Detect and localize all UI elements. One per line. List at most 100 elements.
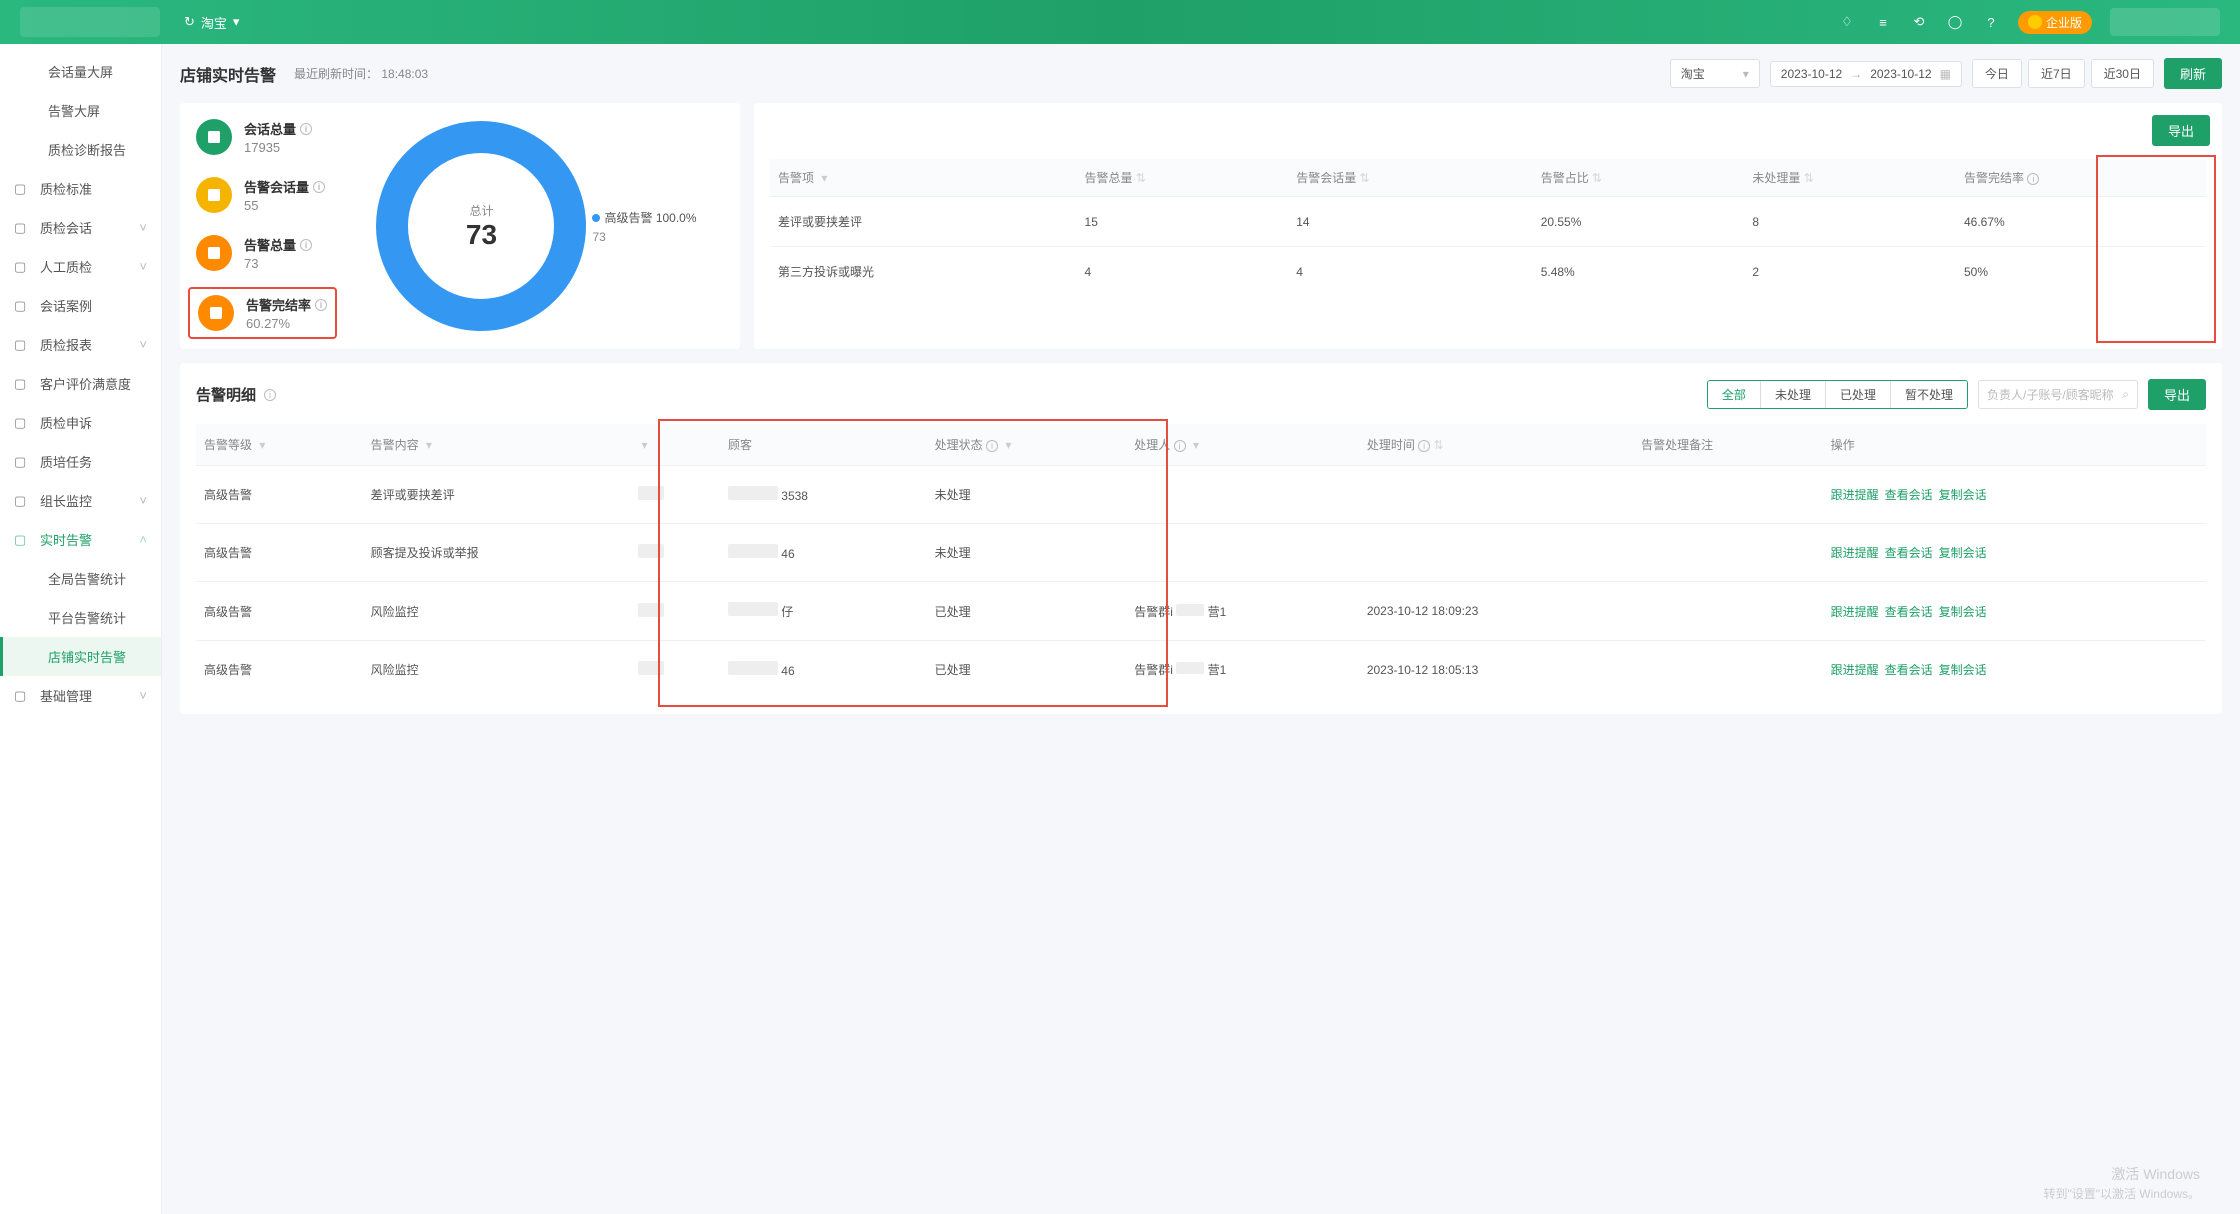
note-icon: ▢ xyxy=(14,376,30,392)
info-icon[interactable]: i xyxy=(264,389,276,401)
status-tab[interactable]: 全部 xyxy=(1708,381,1761,408)
sidebar-item[interactable]: ▢人工质检˅ xyxy=(0,247,161,286)
action-link[interactable]: 复制会话 xyxy=(1939,546,1987,560)
status-tab[interactable]: 暂不处理 xyxy=(1891,381,1967,408)
status-tab[interactable]: 未处理 xyxy=(1761,381,1826,408)
action-link[interactable]: 跟进提醒 xyxy=(1831,663,1879,677)
sidebar-label: 会话量大屏 xyxy=(48,62,113,81)
sidebar-item[interactable]: 质检诊断报告 xyxy=(0,130,161,169)
platform-filter[interactable]: 淘宝▾ xyxy=(1670,59,1760,88)
export-detail-button[interactable]: 导出 xyxy=(2148,379,2206,410)
action-link[interactable]: 复制会话 xyxy=(1939,605,1987,619)
info-icon[interactable]: i xyxy=(1418,440,1430,452)
action-link[interactable]: 查看会话 xyxy=(1885,488,1933,502)
table-header[interactable]: 告警项 ▾ xyxy=(770,159,1077,197)
donut-value: 73 xyxy=(466,219,497,251)
platform-selector[interactable]: ↻ 淘宝 ▾ xyxy=(184,13,239,32)
sidebar-item[interactable]: ▢质培任务 xyxy=(0,442,161,481)
expand-icon: ▢ xyxy=(14,415,30,431)
sidebar-item[interactable]: ▢基础管理˅ xyxy=(0,676,161,715)
sidebar-item[interactable]: ▢质检报表˅ xyxy=(0,325,161,364)
filter-icon[interactable]: ▾ xyxy=(642,438,648,452)
sidebar-item[interactable]: 告警大屏 xyxy=(0,91,161,130)
table-header[interactable]: ▾ xyxy=(630,424,720,466)
user-avatar-placeholder[interactable] xyxy=(2110,8,2220,36)
sidebar-label: 全局告警统计 xyxy=(48,569,126,588)
table-header[interactable]: 告警内容 ▾ xyxy=(363,424,630,466)
chevron-up-icon: ˄ xyxy=(139,532,147,547)
sidebar-item[interactable]: 全局告警统计 xyxy=(0,559,161,598)
info-icon[interactable]: i xyxy=(300,239,312,251)
table-header[interactable]: 告警处理备注 xyxy=(1633,424,1822,466)
sort-icon[interactable]: ⇅ xyxy=(1360,171,1370,185)
headset-icon[interactable]: ◯ xyxy=(1946,13,1964,31)
sidebar-item[interactable]: 平台告警统计 xyxy=(0,598,161,637)
action-link[interactable]: 复制会话 xyxy=(1939,663,1987,677)
sidebar-item[interactable]: 店铺实时告警 xyxy=(0,637,161,676)
table-header[interactable]: 告警总量 ⇅ xyxy=(1077,159,1289,197)
filter-icon[interactable]: ▾ xyxy=(821,171,827,185)
sort-icon[interactable]: ⇅ xyxy=(1804,171,1814,185)
table-header[interactable]: 处理时间 i ⇅ xyxy=(1359,424,1633,466)
quick-range-button[interactable]: 今日 xyxy=(1972,59,2022,88)
quick-range-button[interactable]: 近30日 xyxy=(2091,59,2154,88)
table-row: 高级告警顾客提及投诉或举报 46未处理跟进提醒查看会话复制会话 xyxy=(196,524,2206,582)
sidebar-item[interactable]: ▢会话案例 xyxy=(0,286,161,325)
action-link[interactable]: 跟进提醒 xyxy=(1831,605,1879,619)
donut-label: 总计 xyxy=(466,202,497,219)
table-header[interactable]: 处理人 i ▾ xyxy=(1126,424,1359,466)
action-link[interactable]: 查看会话 xyxy=(1885,546,1933,560)
sync-icon[interactable]: ⟲ xyxy=(1910,13,1928,31)
action-link[interactable]: 查看会话 xyxy=(1885,605,1933,619)
info-icon[interactable]: i xyxy=(300,123,312,135)
person-icon: ▢ xyxy=(14,259,30,275)
sort-icon[interactable]: ⇅ xyxy=(1136,171,1146,185)
filter-icon[interactable]: ▾ xyxy=(259,438,265,452)
table-header[interactable]: 操作 xyxy=(1823,424,2206,466)
export-summary-button[interactable]: 导出 xyxy=(2152,115,2210,146)
table-row: 第三方投诉或曝光445.48%250% xyxy=(770,247,2206,297)
filter-icon[interactable]: ▾ xyxy=(1193,438,1199,452)
sidebar-item[interactable]: ▢组长监控˅ xyxy=(0,481,161,520)
info-icon[interactable]: i xyxy=(315,299,327,311)
action-link[interactable]: 复制会话 xyxy=(1939,488,1987,502)
status-tab[interactable]: 已处理 xyxy=(1826,381,1891,408)
table-header[interactable]: 告警会话量 ⇅ xyxy=(1288,159,1533,197)
sidebar-item[interactable]: 会话量大屏 xyxy=(0,52,161,91)
table-header[interactable]: 告警等级 ▾ xyxy=(196,424,363,466)
refresh-button[interactable]: 刷新 xyxy=(2164,58,2222,89)
info-icon[interactable]: i xyxy=(313,181,325,193)
action-link[interactable]: 跟进提醒 xyxy=(1831,546,1879,560)
sidebar-label: 质培任务 xyxy=(40,452,92,471)
table-header[interactable]: 告警完结率 i xyxy=(1956,159,2206,197)
info-icon[interactable]: i xyxy=(1174,440,1186,452)
table-header[interactable]: 顾客 xyxy=(720,424,927,466)
filter-icon[interactable]: ▾ xyxy=(1005,438,1011,452)
sort-icon[interactable]: ⇅ xyxy=(1592,171,1602,185)
sidebar-item[interactable]: ▢质检会话˅ xyxy=(0,208,161,247)
search-input[interactable]: 负责人/子账号/顾客昵称 ⌕ xyxy=(1978,380,2138,409)
summary-table: 告警项 ▾告警总量 ⇅告警会话量 ⇅告警占比 ⇅未处理量 ⇅告警完结率 i差评或… xyxy=(770,159,2206,296)
info-icon[interactable]: i xyxy=(986,440,998,452)
stat-label: 告警总量 i xyxy=(244,235,312,254)
table-row: 差评或要挟差评151420.55%846.67% xyxy=(770,197,2206,247)
info-icon[interactable]: i xyxy=(2027,173,2039,185)
help-icon[interactable]: ? xyxy=(1982,13,2000,31)
filter-icon[interactable]: ▾ xyxy=(426,438,432,452)
table-header[interactable]: 告警占比 ⇅ xyxy=(1533,159,1745,197)
sidebar-item[interactable]: ▢实时告警˄ xyxy=(0,520,161,559)
sort-icon[interactable]: ⇅ xyxy=(1434,438,1444,452)
sidebar-item[interactable]: ▢客户评价满意度 xyxy=(0,364,161,403)
action-link[interactable]: 查看会话 xyxy=(1885,663,1933,677)
sidebar-label: 人工质检 xyxy=(40,257,92,276)
table-header[interactable]: 未处理量 ⇅ xyxy=(1744,159,1956,197)
list-icon[interactable]: ≡ xyxy=(1874,13,1892,31)
quick-range-button[interactable]: 近7日 xyxy=(2028,59,2085,88)
main-content: 店铺实时告警 最近刷新时间： 18:48:03 淘宝▾ 2023-10-12 →… xyxy=(162,44,2240,1214)
date-range-picker[interactable]: 2023-10-12 → 2023-10-12 ▦ xyxy=(1770,61,1962,87)
sidebar-item[interactable]: ▢质检申诉 xyxy=(0,403,161,442)
bell-icon[interactable]: ♢ xyxy=(1838,13,1856,31)
sidebar-item[interactable]: ▢质检标准 xyxy=(0,169,161,208)
table-header[interactable]: 处理状态 i ▾ xyxy=(927,424,1127,466)
action-link[interactable]: 跟进提醒 xyxy=(1831,488,1879,502)
